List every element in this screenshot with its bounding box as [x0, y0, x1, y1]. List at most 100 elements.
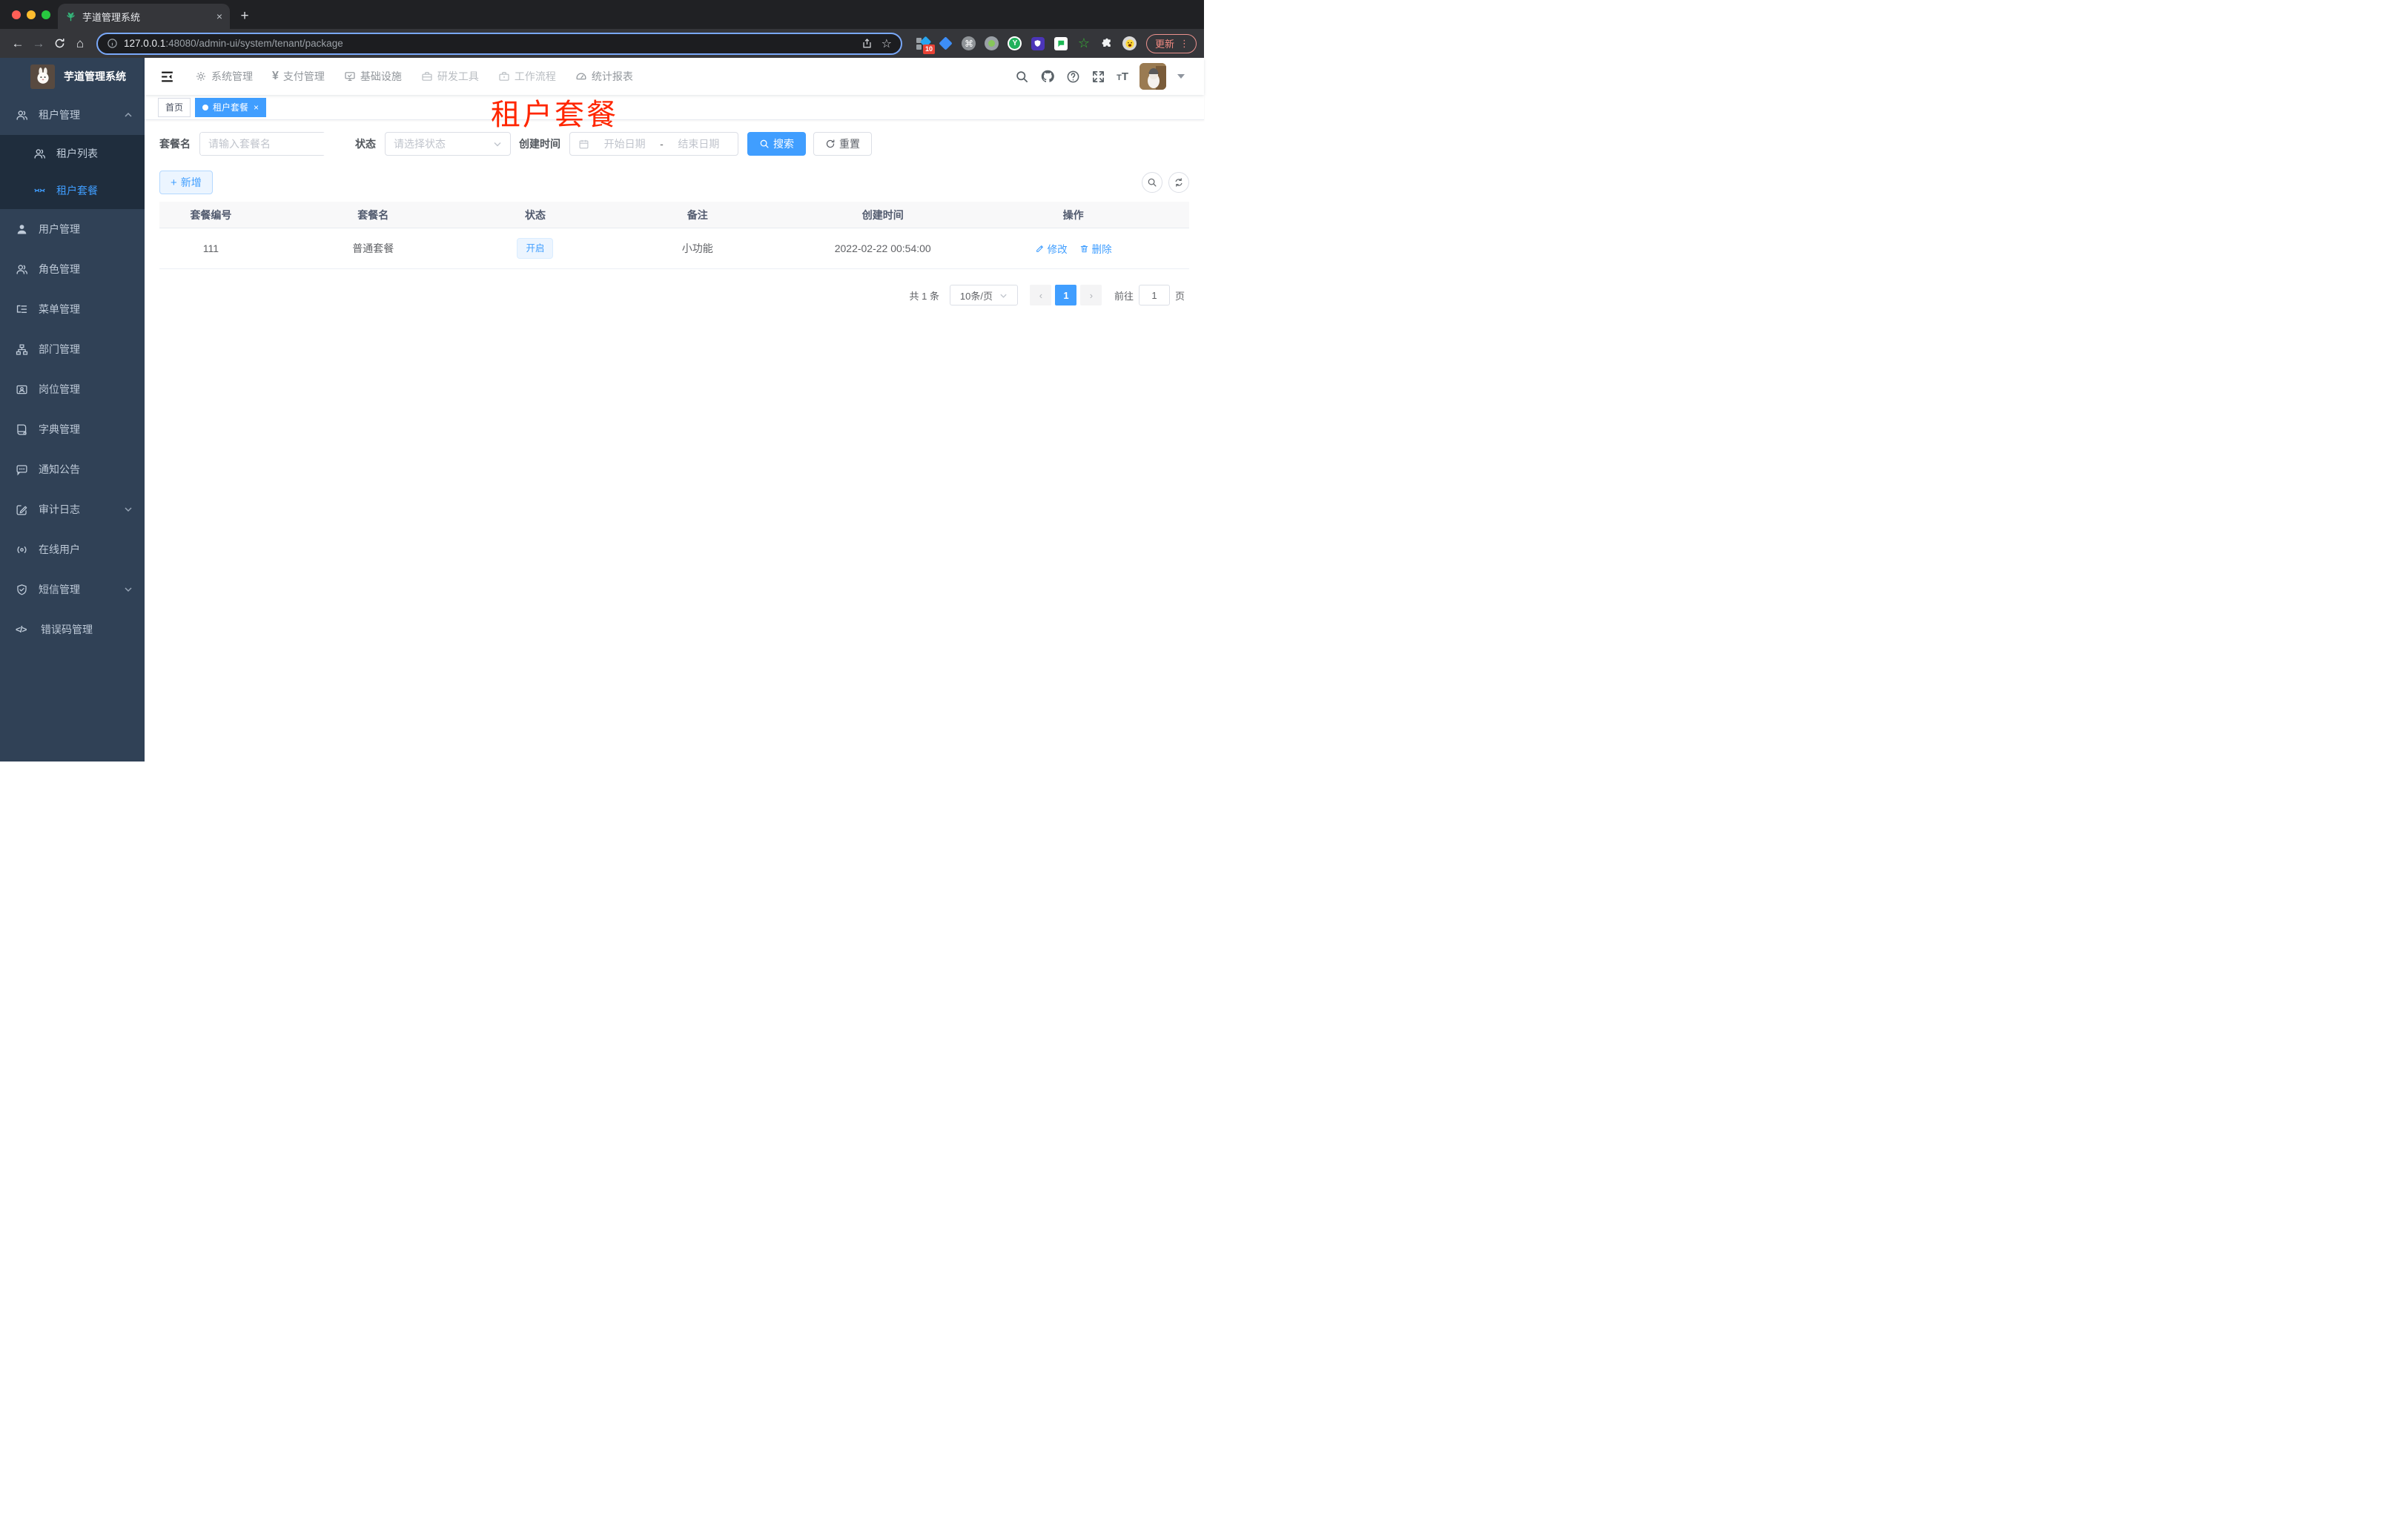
- extension-star-icon[interactable]: ☆: [1076, 36, 1091, 51]
- package-name-input[interactable]: [201, 133, 327, 155]
- bookmark-star-icon[interactable]: ☆: [882, 36, 892, 51]
- extension-shield-icon[interactable]: [1031, 36, 1045, 51]
- tab-system-management[interactable]: 系统管理: [185, 58, 262, 95]
- status-select[interactable]: 请选择状态: [385, 132, 511, 156]
- sidebar-item-label: 部门管理: [39, 343, 80, 355]
- close-window-button[interactable]: [12, 10, 21, 19]
- add-button[interactable]: + 新增: [159, 171, 213, 194]
- browser-update-button[interactable]: 更新 ⋮: [1145, 33, 1197, 53]
- browser-tab[interactable]: 芋道管理系统 ×: [58, 4, 230, 29]
- extensions-strip: 10 ⌘ Y ☆: [908, 36, 1145, 54]
- tab-payment-management[interactable]: ¥ 支付管理: [262, 58, 334, 95]
- reset-button[interactable]: 重置: [813, 132, 872, 156]
- github-icon[interactable]: [1040, 69, 1055, 84]
- link-label: 删除: [1091, 244, 1112, 255]
- site-info-icon[interactable]: [107, 38, 118, 49]
- end-date-placeholder[interactable]: 结束日期: [668, 136, 730, 151]
- minimize-window-button[interactable]: [27, 10, 36, 19]
- url-text[interactable]: 127.0.0.1:48080/admin-ui/system/tenant/p…: [124, 38, 343, 49]
- new-tab-button[interactable]: +: [234, 6, 255, 27]
- zoom-window-button[interactable]: [42, 10, 50, 19]
- tab-dev-tools[interactable]: 研发工具: [411, 58, 489, 95]
- sidebar-submenu-tenant: 租户列表 租户套餐: [0, 135, 145, 209]
- sidebar-item-audit-log[interactable]: 审计日志: [0, 489, 145, 529]
- extension-cmd-icon[interactable]: ⌘: [962, 36, 976, 51]
- kebab-menu-icon[interactable]: ⋮: [1180, 38, 1189, 50]
- help-icon[interactable]: [1066, 70, 1080, 84]
- cell-status: 开启: [484, 237, 587, 260]
- tag-tenant-package[interactable]: 租户套餐 ×: [195, 97, 267, 117]
- home-icon[interactable]: ⌂: [70, 33, 90, 54]
- sidebar-item-error-code[interactable]: </> 错误码管理: [0, 609, 145, 650]
- sidebar-item-menu-management[interactable]: 菜单管理: [0, 289, 145, 329]
- button-label: 重置: [839, 138, 860, 150]
- main-area: 系统管理 ¥ 支付管理 基础设施 研发工具 工作流程 统计报表 TT 首页 租户…: [145, 58, 1204, 762]
- sidebar-item-label: 错误码管理: [41, 624, 93, 635]
- sidebar-item-dict-management[interactable]: 字典管理: [0, 409, 145, 449]
- search-button[interactable]: 搜索: [747, 132, 806, 156]
- start-date-placeholder[interactable]: 开始日期: [594, 136, 655, 151]
- sidebar-item-tenant-list[interactable]: 租户列表: [0, 135, 145, 172]
- page-size-select[interactable]: 10条/页: [949, 285, 1018, 305]
- sidebar-logo[interactable]: 芋道管理系统: [0, 58, 145, 95]
- extension-gem-icon[interactable]: [939, 36, 953, 51]
- sidebar-item-tenant-package[interactable]: 租户套餐: [0, 172, 145, 209]
- sidebar-item-dept-management[interactable]: 部门管理: [0, 329, 145, 369]
- extension-puzzle-icon[interactable]: [1099, 36, 1114, 51]
- nav-label: 系统管理: [211, 70, 253, 82]
- share-icon[interactable]: [861, 38, 873, 49]
- caret-down-icon[interactable]: [1177, 74, 1185, 79]
- collapse-sidebar-icon[interactable]: [159, 69, 175, 85]
- extension-chat-icon[interactable]: [1054, 36, 1068, 51]
- col-header: 状态: [524, 208, 546, 221]
- next-page-button[interactable]: ›: [1080, 285, 1102, 305]
- cell-actions: 修改 删除: [957, 241, 1189, 256]
- fullscreen-icon[interactable]: [1091, 70, 1105, 84]
- forward-icon[interactable]: →: [28, 33, 49, 54]
- sidebar-item-sms-management[interactable]: 短信管理: [0, 569, 145, 609]
- sidebar-item-post-management[interactable]: 岗位管理: [0, 369, 145, 409]
- tab-infrastructure[interactable]: 基础设施: [334, 58, 411, 95]
- tag-close-icon[interactable]: ×: [254, 102, 259, 113]
- filter-form: 套餐名 状态 请选择状态 创建时间 开始日期 - 结束日期: [159, 132, 1189, 156]
- refresh-table-button[interactable]: [1168, 172, 1189, 193]
- font-size-icon[interactable]: TT: [1117, 70, 1128, 83]
- prev-page-button[interactable]: ‹: [1030, 285, 1052, 305]
- sync-icon: [1175, 178, 1182, 187]
- favicon-plant-icon: [65, 11, 76, 22]
- extension-grid-icon[interactable]: 10: [916, 36, 935, 54]
- app-title: 芋道管理系统: [64, 70, 126, 82]
- delete-link[interactable]: 删除: [1079, 241, 1112, 256]
- url-bar[interactable]: 127.0.0.1:48080/admin-ui/system/tenant/p…: [96, 32, 902, 55]
- nav-label: 工作流程: [514, 70, 556, 82]
- reload-icon[interactable]: [49, 33, 70, 54]
- extension-y-icon[interactable]: Y: [1008, 36, 1022, 51]
- extension-emoji-icon[interactable]: [1122, 36, 1137, 51]
- back-icon[interactable]: ←: [7, 33, 28, 54]
- tab-workflow[interactable]: 工作流程: [489, 58, 566, 95]
- show-search-button[interactable]: [1142, 172, 1162, 193]
- search-icon: [760, 139, 769, 148]
- sidebar-item-role-management[interactable]: 角色管理: [0, 249, 145, 289]
- sidebar-item-label: 审计日志: [39, 503, 80, 515]
- tab-statistics[interactable]: 统计报表: [566, 58, 643, 95]
- sidebar-item-user-management[interactable]: 用户管理: [0, 209, 145, 249]
- briefcase-icon: [499, 72, 509, 81]
- tab-close-icon[interactable]: ×: [216, 10, 222, 22]
- goto-label: 前往: [1114, 290, 1134, 302]
- yen-icon: ¥: [272, 70, 279, 82]
- page-1-button[interactable]: 1: [1055, 285, 1077, 305]
- extension-green-dot-icon[interactable]: [985, 36, 999, 51]
- sidebar-item-tenant-management[interactable]: 租户管理: [0, 95, 145, 135]
- date-range-picker[interactable]: 开始日期 - 结束日期: [569, 132, 738, 156]
- tag-home[interactable]: 首页: [158, 97, 191, 117]
- avatar[interactable]: [1140, 63, 1166, 90]
- cell-package-id: 111: [202, 242, 219, 254]
- sidebar-item-online-users[interactable]: 在线用户: [0, 529, 145, 569]
- sidebar-item-notice[interactable]: 通知公告: [0, 449, 145, 489]
- edit-link[interactable]: 修改: [1035, 241, 1068, 256]
- sidebar: 芋道管理系统 租户管理 租户列表 租户套餐 用户管理 角色管理 菜单管理 部门管…: [0, 58, 145, 762]
- goto-page-input[interactable]: [1138, 285, 1170, 305]
- search-icon[interactable]: [1015, 70, 1029, 84]
- range-separator: -: [660, 138, 664, 150]
